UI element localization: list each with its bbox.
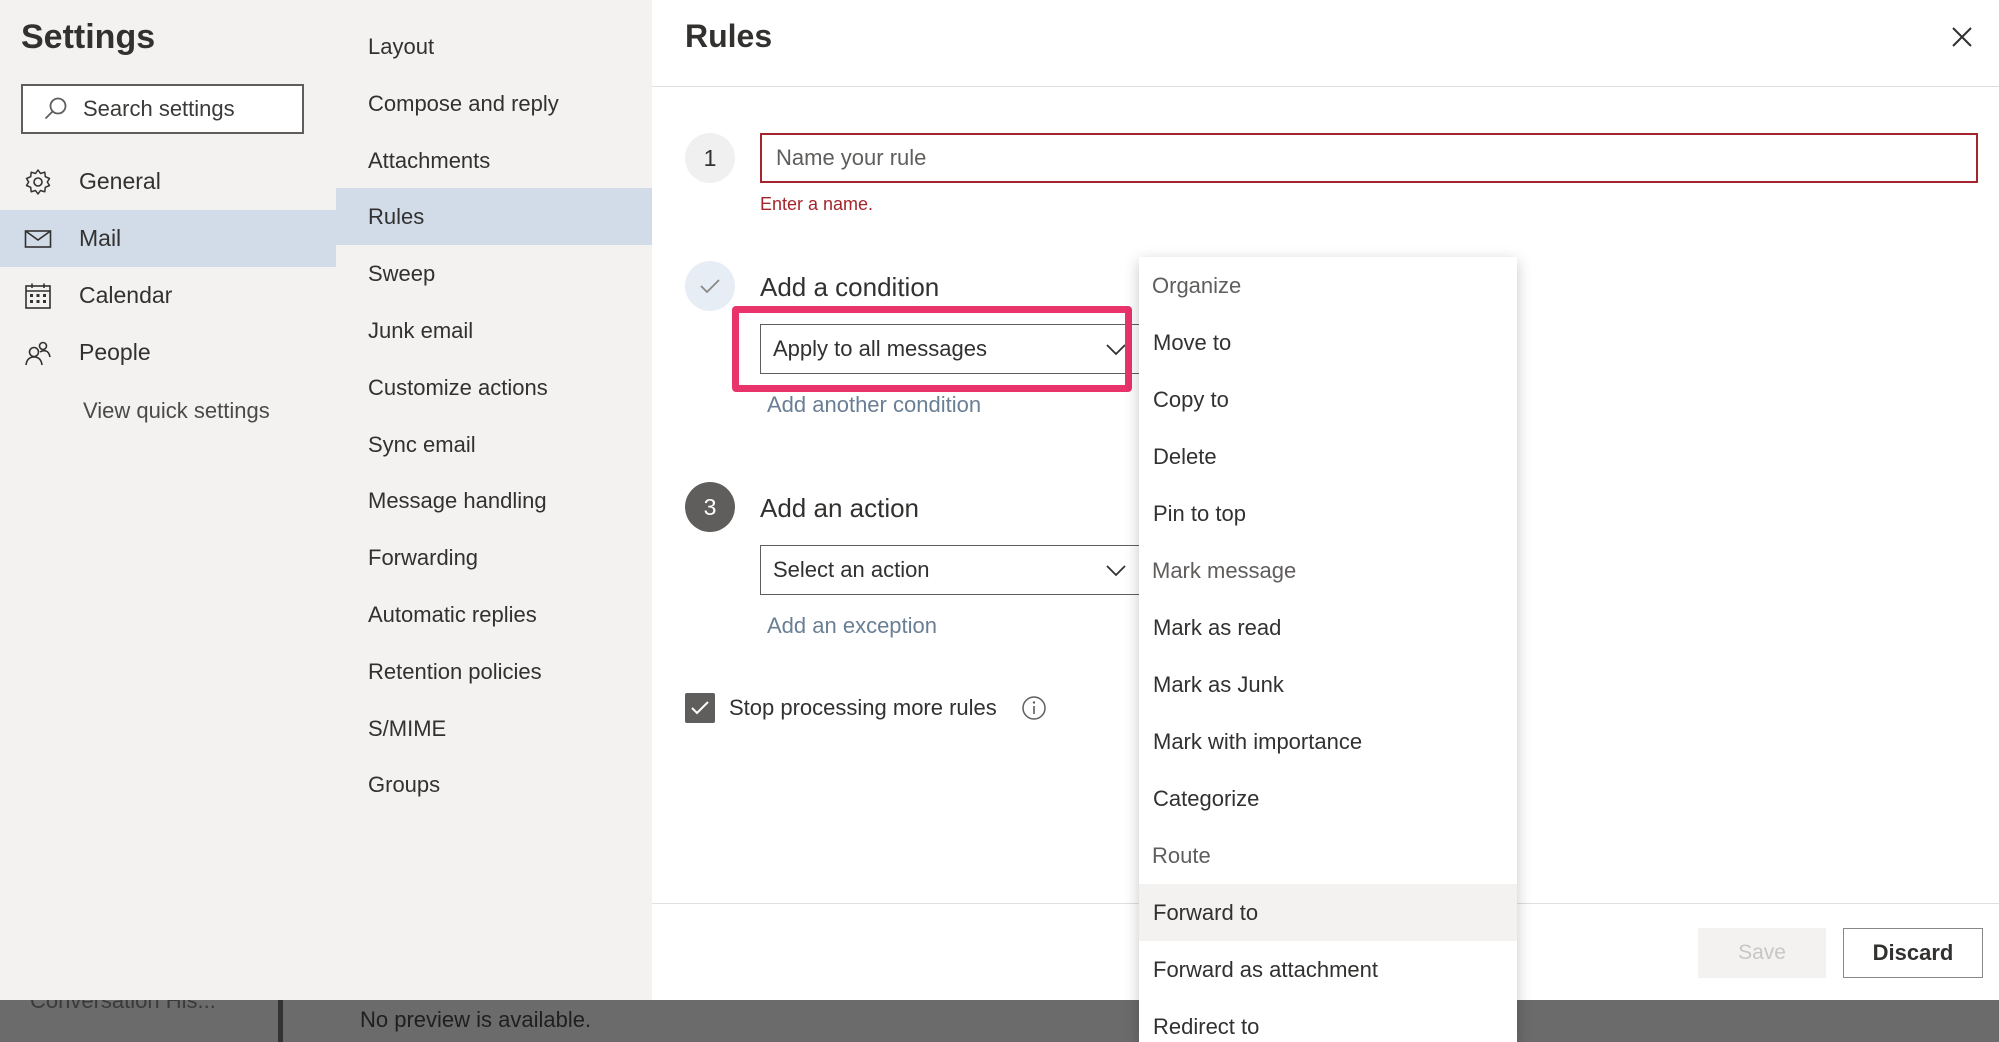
menu-item-mark-as-read[interactable]: Mark as read <box>1139 599 1517 656</box>
menu-header-route: Route <box>1152 842 1211 868</box>
chevron-down-icon <box>1106 344 1126 356</box>
add-another-condition-link[interactable]: Add another condition <box>767 392 981 418</box>
save-button[interactable]: Save <box>1698 928 1826 978</box>
settings-nav: Settings General <box>0 0 336 1000</box>
menu-item-redirect-to[interactable]: Redirect to <box>1139 998 1517 1042</box>
action-dropdown-menu: Organize Move to Copy to Delete Pin to t… <box>1139 257 1517 1042</box>
info-icon[interactable] <box>1021 695 1047 721</box>
nav-item-people[interactable]: People <box>0 324 336 381</box>
step-2-indicator <box>685 261 735 311</box>
rule-name-input[interactable] <box>774 144 1976 172</box>
page-title: Rules <box>685 18 773 54</box>
menu-item-copy-to[interactable]: Copy to <box>1139 371 1517 428</box>
action-dropdown[interactable]: Select an action <box>760 545 1140 595</box>
stop-processing-row: Stop processing more rules <box>685 693 1047 723</box>
close-icon <box>1952 27 1972 47</box>
close-button[interactable] <box>1947 22 1977 52</box>
rule-name-field[interactable] <box>760 133 1978 183</box>
mail-nav-junk-email[interactable]: Junk email <box>336 302 652 359</box>
checkmark-icon <box>700 279 720 294</box>
stop-processing-label: Stop processing more rules <box>729 695 997 720</box>
discard-button[interactable]: Discard <box>1843 928 1983 978</box>
search-settings-input[interactable] <box>81 95 281 123</box>
settings-title: Settings <box>21 18 156 56</box>
step-1-indicator: 1 <box>685 133 735 183</box>
nav-label-calendar: Calendar <box>79 282 173 308</box>
menu-item-pin-to-top[interactable]: Pin to top <box>1139 485 1517 542</box>
mail-nav-layout[interactable]: Layout <box>336 18 652 75</box>
background-divider <box>278 995 283 1042</box>
mail-nav-groups[interactable]: Groups <box>336 756 652 813</box>
rule-name-error: Enter a name. <box>760 194 874 214</box>
step-3-indicator: 3 <box>685 482 735 532</box>
settings-dialog: Settings General <box>0 0 1999 1000</box>
nav-item-mail[interactable]: Mail <box>0 210 336 267</box>
gear-icon <box>24 168 64 196</box>
menu-item-forward-to[interactable]: Forward to <box>1139 884 1517 941</box>
people-icon <box>24 339 64 367</box>
mail-settings-nav: Layout Compose and reply Attachments Rul… <box>336 0 652 1000</box>
menu-item-delete[interactable]: Delete <box>1139 428 1517 485</box>
mail-nav-customize-actions[interactable]: Customize actions <box>336 359 652 416</box>
mail-nav-automatic-replies[interactable]: Automatic replies <box>336 586 652 643</box>
search-icon <box>44 97 67 120</box>
background-preview-text: No preview is available. <box>360 1007 592 1032</box>
nav-item-general[interactable]: General <box>0 153 336 210</box>
header-divider <box>652 86 1999 87</box>
menu-item-mark-with-importance[interactable]: Mark with importance <box>1139 713 1517 770</box>
mail-nav-forwarding[interactable]: Forwarding <box>336 529 652 586</box>
mail-nav-smime[interactable]: S/MIME <box>336 700 652 757</box>
nav-label-mail: Mail <box>79 225 122 251</box>
action-label: Add an action <box>760 493 920 523</box>
menu-item-categorize[interactable]: Categorize <box>1139 770 1517 827</box>
stop-processing-checkbox[interactable] <box>685 693 715 723</box>
mail-nav-retention-policies[interactable]: Retention policies <box>336 643 652 700</box>
search-settings-box[interactable] <box>21 84 304 134</box>
nav-item-calendar[interactable]: Calendar <box>0 267 336 324</box>
menu-item-move-to[interactable]: Move to <box>1139 314 1517 371</box>
add-exception-link[interactable]: Add an exception <box>767 613 937 639</box>
nav-label-general: General <box>79 168 161 194</box>
mail-nav-attachments[interactable]: Attachments <box>336 132 652 189</box>
mail-nav-message-handling[interactable]: Message handling <box>336 472 652 529</box>
menu-header-mark-message: Mark message <box>1152 557 1297 583</box>
mail-nav-sync-email[interactable]: Sync email <box>336 416 652 473</box>
checkmark-icon <box>691 701 709 715</box>
mail-nav-rules[interactable]: Rules <box>336 188 652 245</box>
condition-dropdown[interactable]: Apply to all messages <box>760 324 1140 374</box>
mail-nav-compose-reply[interactable]: Compose and reply <box>336 75 652 132</box>
menu-item-forward-as-attachment[interactable]: Forward as attachment <box>1139 941 1517 998</box>
calendar-icon <box>24 282 64 310</box>
view-quick-settings-link[interactable]: View quick settings <box>83 398 270 424</box>
mail-icon <box>24 228 64 250</box>
nav-label-people: People <box>79 339 151 365</box>
action-dropdown-value: Select an action <box>773 557 930 582</box>
chevron-down-icon <box>1106 565 1126 577</box>
mail-nav-sweep[interactable]: Sweep <box>336 245 652 302</box>
condition-dropdown-value: Apply to all messages <box>773 336 987 361</box>
menu-header-organize: Organize <box>1152 272 1242 298</box>
menu-item-mark-as-junk[interactable]: Mark as Junk <box>1139 656 1517 713</box>
condition-label: Add a condition <box>760 272 940 302</box>
